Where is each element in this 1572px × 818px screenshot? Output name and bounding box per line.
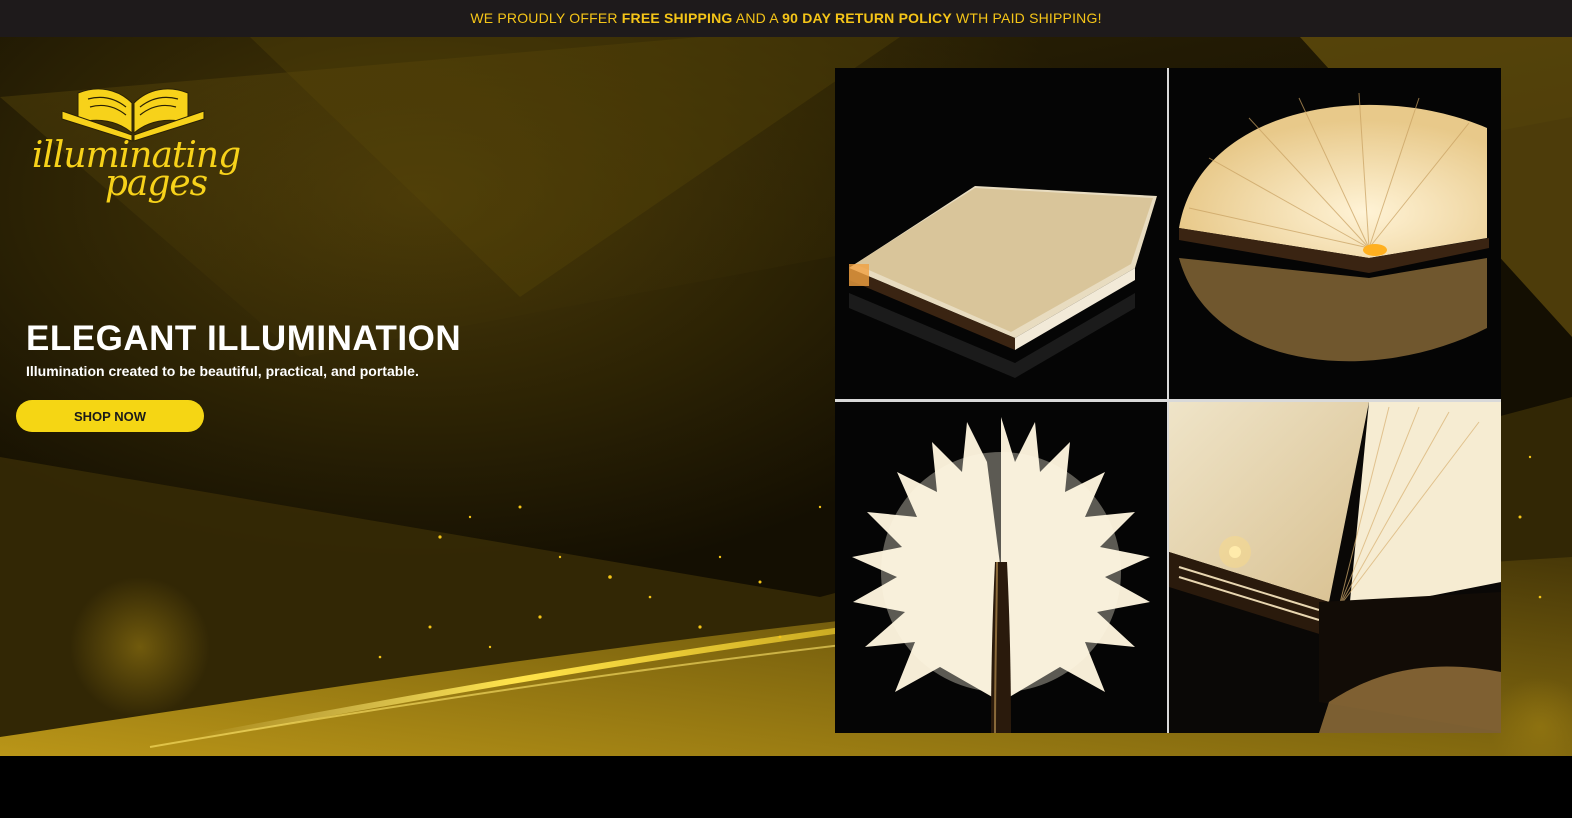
gallery-image-half-open-book[interactable] [1169, 68, 1501, 399]
logo-wordmark: illuminating pages [18, 138, 254, 202]
hero-subline: Illumination created to be beautiful, pr… [26, 363, 419, 379]
gallery-image-book-closeup[interactable] [1169, 402, 1501, 733]
fully-open-book-lamp-image [835, 402, 1167, 733]
product-gallery [835, 68, 1501, 733]
return-policy-text: 90 DAY RETURN POLICY [782, 10, 952, 26]
gallery-image-closed-book[interactable] [835, 68, 1167, 399]
announcement-text-2: AND A [732, 10, 783, 26]
half-open-book-lamp-image [1169, 68, 1501, 399]
shop-now-button[interactable]: SHOP NOW [16, 400, 204, 432]
free-shipping-text: FREE SHIPPING [621, 10, 733, 26]
logo[interactable]: illuminating pages [18, 81, 254, 221]
hero-headline: ELEGANT ILLUMINATION [26, 319, 462, 358]
closed-book-lamp-image [835, 68, 1167, 399]
hero-banner: illuminating pages ELEGANT ILLUMINATION … [0, 37, 1572, 756]
announcement-text-1: WE PROUDLY OFFER [470, 10, 622, 26]
page-bottom-bar [0, 756, 1572, 818]
book-lamp-closeup-image [1169, 402, 1501, 733]
announcement-text-3: WTH PAID SHIPPING! [951, 10, 1102, 26]
announcement-bar: WE PROUDLY OFFER FREE SHIPPING AND A 90 … [0, 0, 1572, 37]
gallery-image-fully-open-book[interactable] [835, 402, 1167, 733]
